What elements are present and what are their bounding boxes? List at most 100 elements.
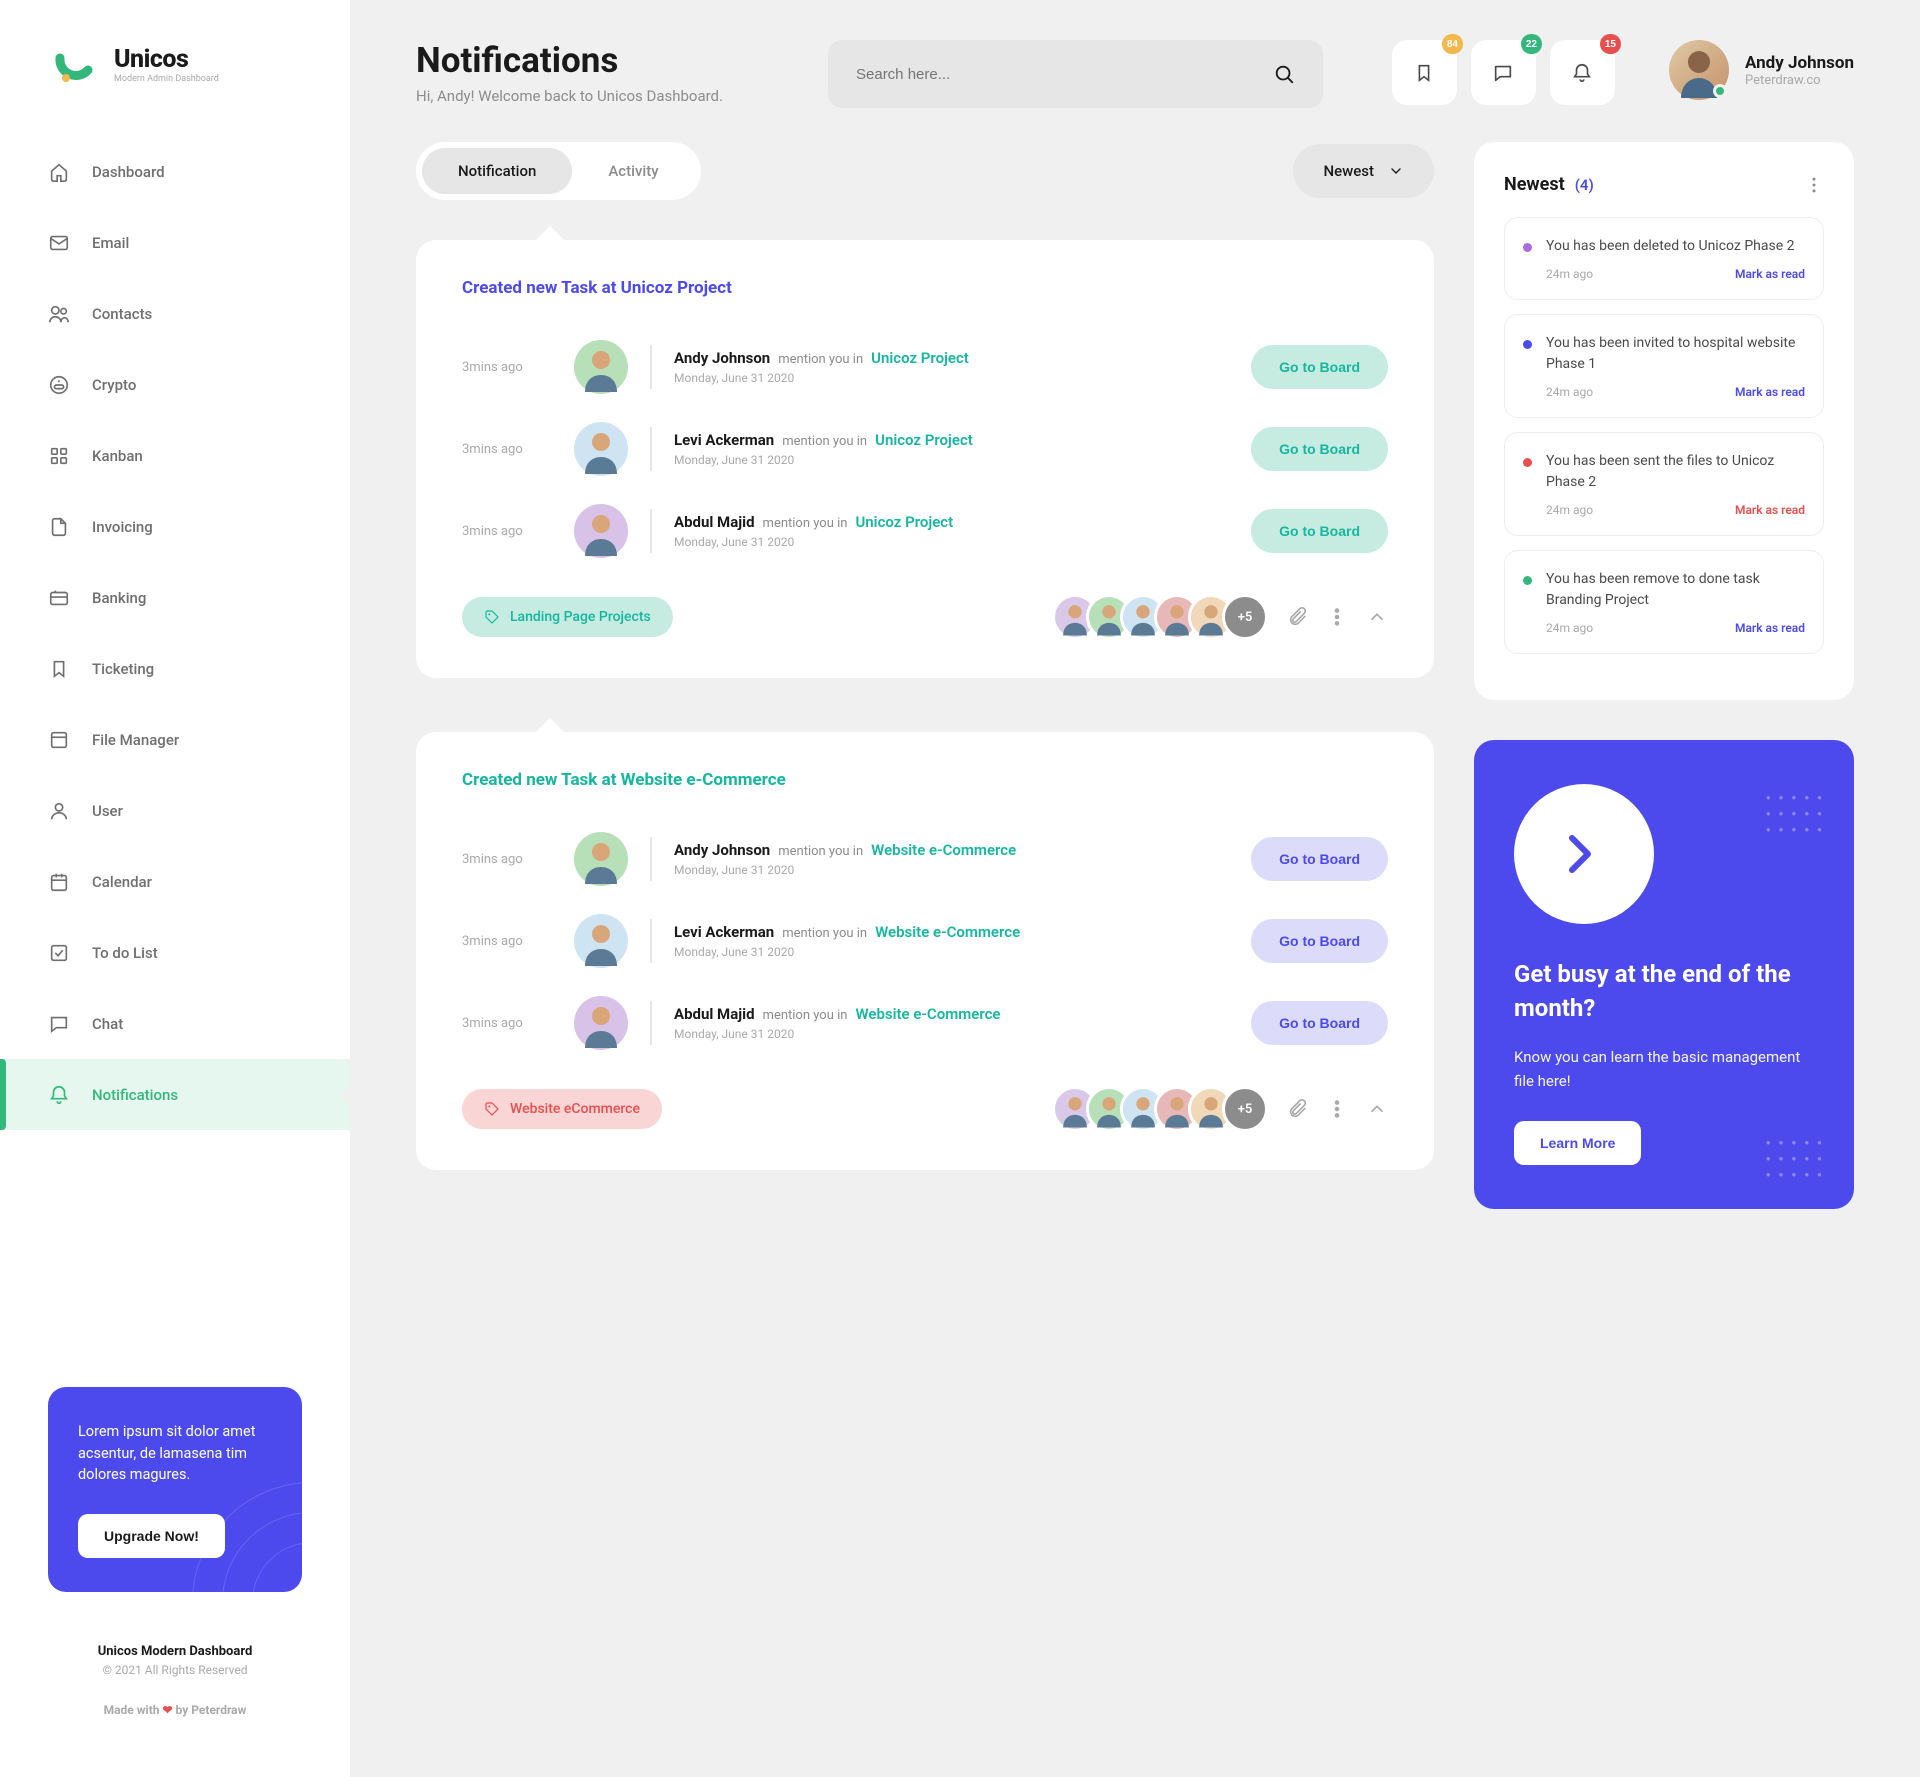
search-input[interactable] [856, 66, 1259, 83]
footer-line-1: Unicos Modern Dashboard [30, 1644, 320, 1659]
notification-row: 3mins agoLevi Ackerman mention you in We… [462, 900, 1388, 982]
more-vertical-icon[interactable] [1804, 175, 1824, 195]
go-to-board-button[interactable]: Go to Board [1251, 919, 1388, 963]
notif-name: Levi Ackerman [674, 923, 774, 941]
top-actions: 84 22 15 [1392, 40, 1615, 105]
feed-time: 24m ago [1546, 621, 1593, 635]
logo[interactable]: Unicos Modern Admin Dashboard [0, 40, 350, 136]
notif-project[interactable]: Unicoz Project [875, 431, 973, 449]
nav-label: Contacts [92, 305, 152, 323]
go-to-board-button[interactable]: Go to Board [1251, 837, 1388, 881]
go-to-board-button[interactable]: Go to Board [1251, 1001, 1388, 1045]
dots-decoration: ●●●●●●●●●●●●●●● [1766, 790, 1830, 838]
sidebar-item-crypto[interactable]: Crypto [0, 349, 350, 420]
nav-label: Dashboard [92, 163, 165, 181]
notif-mention: mention you in [763, 1008, 848, 1023]
project-tag[interactable]: Landing Page Projects [462, 597, 673, 637]
chevrons-icon [1554, 824, 1614, 884]
attachment-button[interactable] [1286, 1098, 1308, 1120]
sidebar-item-invoicing[interactable]: Invoicing [0, 491, 350, 562]
notif-mention: mention you in [778, 844, 863, 859]
sidebar-item-banking[interactable]: Banking [0, 562, 350, 633]
more-avatars[interactable]: +5 [1222, 1086, 1268, 1132]
mark-as-read[interactable]: Mark as read [1735, 503, 1805, 517]
tab-activity[interactable]: Activity [572, 148, 694, 194]
user-chip[interactable]: Andy Johnson Peterdraw.co [1669, 40, 1854, 100]
avatar [574, 832, 628, 886]
feed-text: You has been deleted to Unicoz Phase 2 [1546, 236, 1805, 257]
learn-more-button[interactable]: Learn More [1514, 1121, 1641, 1165]
feed-card: Newest (4) You has been deleted to Unico… [1474, 142, 1854, 700]
go-to-board-button[interactable]: Go to Board [1251, 345, 1388, 389]
nav-label: Calendar [92, 873, 152, 891]
feed-item: You has been remove to done task Brandin… [1504, 550, 1824, 654]
nav-icon [48, 871, 70, 893]
notif-mention: mention you in [782, 434, 867, 449]
notification-row: 3mins agoAbdul Majid mention you in Unic… [462, 490, 1388, 572]
more-avatars[interactable]: +5 [1222, 594, 1268, 640]
upgrade-button[interactable]: Upgrade Now! [78, 1514, 225, 1558]
notif-project[interactable]: Unicoz Project [855, 513, 953, 531]
sidebar-item-dashboard[interactable]: Dashboard [0, 136, 350, 207]
attachment-button[interactable] [1286, 606, 1308, 628]
notification-row: 3mins agoAbdul Majid mention you in Webs… [462, 982, 1388, 1064]
logo-mark-icon [48, 40, 96, 88]
go-to-board-button[interactable]: Go to Board [1251, 427, 1388, 471]
nav-icon [48, 374, 70, 396]
divider [650, 427, 652, 471]
notif-mention: mention you in [763, 516, 848, 531]
mark-as-read[interactable]: Mark as read [1735, 621, 1805, 635]
divider [650, 509, 652, 553]
more-button[interactable] [1326, 606, 1348, 628]
notification-card: Created new Task at Website e-Commerce 3m… [416, 732, 1434, 1170]
project-tag[interactable]: Website eCommerce [462, 1089, 662, 1129]
search-box[interactable] [828, 40, 1323, 108]
status-dot [1523, 340, 1532, 349]
nav-label: Banking [92, 589, 146, 607]
chat-button[interactable]: 22 [1471, 40, 1536, 105]
notif-project[interactable]: Website e-Commerce [855, 1005, 1000, 1023]
sidebar-item-calendar[interactable]: Calendar [0, 846, 350, 917]
banner-text: Know you can learn the basic management … [1514, 1045, 1814, 1093]
collapse-button[interactable] [1366, 606, 1388, 628]
chat-icon [1492, 62, 1514, 84]
sort-dropdown[interactable]: Newest [1293, 144, 1434, 198]
go-to-board-button[interactable]: Go to Board [1251, 509, 1388, 553]
sidebar-item-user[interactable]: User [0, 775, 350, 846]
notif-name: Levi Ackerman [674, 431, 774, 449]
tab-notification[interactable]: Notification [422, 148, 572, 194]
bookmark-button[interactable]: 84 [1392, 40, 1457, 105]
sidebar-item-contacts[interactable]: Contacts [0, 278, 350, 349]
status-dot [1523, 243, 1532, 252]
collapse-button[interactable] [1366, 1098, 1388, 1120]
notif-project[interactable]: Website e-Commerce [871, 841, 1016, 859]
sidebar-item-kanban[interactable]: Kanban [0, 420, 350, 491]
notif-time: 3mins ago [462, 934, 552, 949]
sidebar-item-file-manager[interactable]: File Manager [0, 704, 350, 775]
sidebar-item-ticketing[interactable]: Ticketing [0, 633, 350, 704]
nav-label: Crypto [92, 376, 136, 394]
nav-icon [48, 729, 70, 751]
bell-button[interactable]: 15 [1550, 40, 1615, 105]
sidebar-item-email[interactable]: Email [0, 207, 350, 278]
card-title: Created new Task at Website e-Commerce [462, 770, 1388, 790]
notif-project[interactable]: Unicoz Project [871, 349, 969, 367]
notif-time: 3mins ago [462, 1016, 552, 1031]
notif-project[interactable]: Website e-Commerce [875, 923, 1020, 941]
avatar [1669, 40, 1729, 100]
avatar-stack: +5 [1052, 594, 1268, 640]
tag-icon [484, 1101, 500, 1117]
footer-line-2: © 2021 All Rights Reserved [30, 1663, 320, 1677]
divider [650, 345, 652, 389]
more-button[interactable] [1326, 1098, 1348, 1120]
notif-date: Monday, June 31 2020 [674, 371, 1229, 385]
mark-as-read[interactable]: Mark as read [1735, 267, 1805, 281]
user-name: Andy Johnson [1745, 53, 1854, 73]
sidebar-item-to-do-list[interactable]: To do List [0, 917, 350, 988]
nav-icon [48, 303, 70, 325]
notif-date: Monday, June 31 2020 [674, 535, 1229, 549]
mark-as-read[interactable]: Mark as read [1735, 385, 1805, 399]
sidebar-item-chat[interactable]: Chat [0, 988, 350, 1059]
sidebar-item-notifications[interactable]: Notifications [0, 1059, 350, 1130]
feed-text: You has been remove to done task Brandin… [1546, 569, 1805, 611]
